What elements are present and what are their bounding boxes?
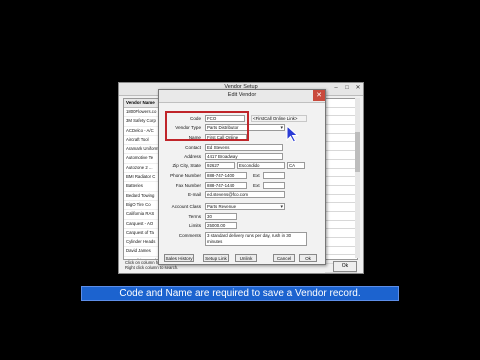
list-item[interactable]: David James [124, 247, 162, 257]
list-item[interactable]: Autozone 2 ... [124, 164, 162, 174]
phone-ext-label: Ext [253, 173, 260, 178]
address-field[interactable]: 4417 Broadway [205, 153, 283, 160]
list-item[interactable]: Carquest of Ta [124, 229, 162, 239]
table-row[interactable] [325, 221, 357, 230]
table-row[interactable] [325, 195, 357, 204]
vendor-setup-ok-button[interactable]: Ok [333, 261, 357, 272]
minimize-icon[interactable]: – [331, 84, 341, 93]
fax-ext-field[interactable] [263, 182, 285, 189]
table-row[interactable] [325, 238, 357, 247]
comments-label: Comments [178, 233, 201, 238]
limits-field[interactable]: 25000.00 [205, 222, 237, 229]
comments-field[interactable]: 3 standard delivery runs per day, rush i… [205, 232, 307, 246]
table-row[interactable] [325, 99, 357, 108]
vendor-list-scrollbar[interactable] [355, 98, 360, 258]
email-field[interactable]: ed.stevens@fco.com [205, 191, 285, 198]
contact-label: Contact [185, 145, 201, 150]
zip-field[interactable]: 92627 [205, 162, 235, 169]
tutorial-caption: Code and Name are required to save a Ven… [81, 286, 399, 301]
edit-vendor-titlebar[interactable]: Edit Vendor ✕ [159, 90, 325, 103]
required-fields-highlight [165, 111, 249, 141]
fax-label: Fax Number [175, 183, 201, 188]
phone-ext-field[interactable] [263, 172, 285, 179]
list-item[interactable]: BigO Tire Co [124, 201, 162, 211]
unlink-button[interactable]: Unlink [235, 254, 257, 262]
list-item[interactable]: Aramark Uniform [124, 145, 162, 155]
phone-field[interactable]: 888-747-1400 [205, 172, 247, 179]
edit-vendor-title: Edit Vendor [227, 92, 257, 98]
close-icon[interactable]: ✕ [353, 84, 363, 93]
list-item[interactable]: Bedard Towing [124, 192, 162, 201]
list-item[interactable]: 3M Safety Corp [124, 117, 162, 127]
table-row[interactable] [325, 203, 357, 212]
mouse-pointer-icon [286, 125, 299, 143]
cancel-button[interactable]: Cancel [273, 254, 295, 262]
table-row[interactable] [325, 177, 357, 186]
list-item[interactable]: Aircraft Tool [124, 136, 162, 146]
sales-history-button[interactable]: Sales History [164, 254, 194, 262]
edit-vendor-ok-button[interactable]: Ok [299, 254, 317, 262]
list-item[interactable]: Batteries [124, 182, 162, 192]
account-class-label: Account Class [171, 204, 201, 209]
setup-link-button[interactable]: Setup Link [203, 254, 229, 262]
list-item[interactable]: Carquest - AO [124, 220, 162, 229]
list-item[interactable]: BMI Radiator C [124, 173, 162, 183]
close-icon[interactable]: ✕ [313, 90, 325, 101]
table-row[interactable] [325, 186, 357, 195]
table-row[interactable] [325, 125, 357, 134]
contact-field[interactable]: Ed Stevens [205, 144, 283, 151]
table-row[interactable] [325, 169, 357, 178]
email-label: E-mail [187, 192, 201, 197]
list-item[interactable]: Cylinder Heads [124, 238, 162, 248]
list-item[interactable]: California RAS [124, 210, 162, 220]
list-item[interactable]: Automotive Te [124, 154, 162, 164]
zip-city-state-label: Zip City, State [172, 163, 201, 168]
vendor-name-column-header[interactable]: Vendor Name [124, 99, 162, 108]
table-row[interactable] [325, 116, 357, 126]
fax-field[interactable]: 888-747-1440 [205, 182, 247, 189]
state-field[interactable]: CA [287, 162, 305, 169]
table-row[interactable] [325, 160, 357, 169]
vendor-link-field[interactable]: <FirstCall Online Link> [251, 115, 307, 122]
limits-label: Limits [189, 223, 201, 228]
table-row[interactable] [325, 134, 357, 143]
table-row[interactable] [325, 229, 357, 238]
table-row[interactable] [325, 108, 357, 117]
list-item[interactable]: ACDelco - A/C [124, 127, 162, 136]
address-label: Address [184, 154, 201, 159]
table-row[interactable] [325, 247, 357, 256]
vendor-list-detail-columns[interactable] [324, 98, 358, 273]
table-row[interactable] [325, 212, 357, 221]
terms-field[interactable]: 30 [205, 213, 237, 220]
fax-ext-label: Ext [253, 183, 260, 188]
terms-label: Terms [188, 214, 201, 219]
account-class-select[interactable]: Parts Revenue [205, 203, 285, 210]
scrollbar-thumb[interactable] [355, 132, 360, 172]
vendor-list[interactable]: Vendor Name 1800Flowers.co 3M Safety Corp… [123, 98, 163, 260]
phone-label: Phone Number [170, 173, 201, 178]
hint-search: Right click column to search. [125, 265, 179, 270]
table-row[interactable] [325, 151, 357, 160]
list-item[interactable]: 1800Flowers.co [124, 108, 162, 118]
table-row[interactable] [325, 142, 357, 152]
city-field[interactable]: Escondido [237, 162, 285, 169]
maximize-icon[interactable]: □ [342, 84, 352, 93]
